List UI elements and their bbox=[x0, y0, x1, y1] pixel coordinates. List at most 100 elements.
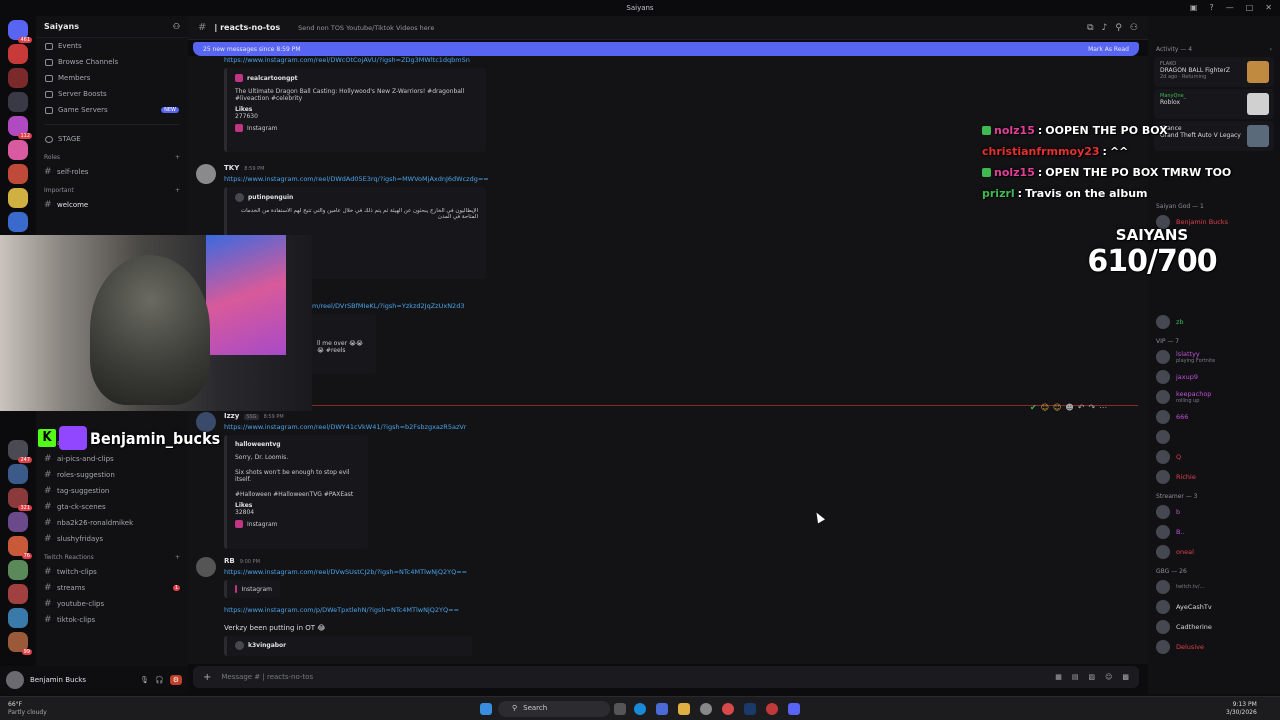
server-icon[interactable] bbox=[8, 464, 28, 484]
emoji-icon[interactable]: ☺ bbox=[1041, 403, 1049, 412]
nav-browse-channels[interactable]: Browse Channels bbox=[36, 54, 188, 70]
nav-game-servers[interactable]: Game Servers NEW bbox=[36, 102, 188, 118]
username[interactable]: TKY bbox=[224, 164, 239, 172]
message-link[interactable]: https://www.instagram.com/p/DWeTpxtlehN/… bbox=[224, 606, 1136, 614]
threads-icon[interactable]: ⧉ bbox=[1087, 23, 1093, 33]
member[interactable]: Delusive bbox=[1148, 637, 1280, 657]
server-icon[interactable] bbox=[8, 68, 28, 88]
avatar[interactable] bbox=[6, 671, 24, 689]
activity-card[interactable]: ManyQne_ Roblox bbox=[1154, 89, 1274, 119]
member[interactable]: b bbox=[1148, 502, 1280, 522]
embed-author[interactable]: k3vingabor bbox=[248, 642, 286, 649]
nav-events[interactable]: Events bbox=[36, 38, 188, 54]
emoji-icon[interactable]: ☺ bbox=[1053, 403, 1061, 412]
message-link[interactable]: m/reel/DVrSBfMIeKL/?igsh=Yzkzd2JqZzUxN2d… bbox=[312, 302, 1136, 310]
member[interactable]: B.. bbox=[1148, 522, 1280, 542]
embed-author[interactable]: putinpenguin bbox=[248, 194, 293, 201]
server-icon[interactable] bbox=[8, 608, 28, 628]
reply-icon[interactable]: ↶ bbox=[1078, 403, 1085, 412]
message-input[interactable]: Message # | reacts-no-tos bbox=[221, 673, 313, 681]
message-link[interactable]: https://www.instagram.com/reel/DWcOtCojA… bbox=[224, 56, 1136, 64]
member[interactable]: oneal bbox=[1148, 542, 1280, 562]
member[interactable]: lslattyy playing Fortnite bbox=[1148, 347, 1280, 367]
edge-icon[interactable] bbox=[634, 703, 646, 715]
member[interactable]: Q bbox=[1148, 447, 1280, 467]
check-icon[interactable]: ✔ bbox=[1030, 403, 1037, 412]
server-icon[interactable] bbox=[8, 512, 28, 532]
task-view-icon[interactable] bbox=[614, 703, 626, 715]
server-icon[interactable] bbox=[8, 44, 28, 64]
server-icon[interactable]: 76 bbox=[8, 536, 32, 559]
channel-twitch-clips[interactable]: # twitch-clips bbox=[36, 564, 188, 580]
channel-tag-suggestion[interactable]: # tag-suggestion bbox=[36, 483, 188, 499]
member[interactable]: 666 bbox=[1148, 407, 1280, 427]
close-icon[interactable]: ✕ bbox=[1265, 3, 1272, 12]
channel-youtube-clips[interactable]: # youtube-clips bbox=[36, 596, 188, 612]
avatar[interactable] bbox=[196, 557, 216, 577]
channel-ai-pics-and-clips[interactable]: # ai-pics-and-clips bbox=[36, 451, 188, 467]
settings-gear-icon[interactable]: ⚙ bbox=[169, 675, 182, 685]
channel-welcome[interactable]: # welcome bbox=[36, 197, 188, 213]
server-icon[interactable]: 112 bbox=[8, 116, 32, 139]
embed-author[interactable]: halloweentvg bbox=[235, 441, 360, 448]
gift-icon[interactable]: ▦ bbox=[1055, 673, 1062, 681]
clock[interactable]: 9:13 PM 3/30/2026 bbox=[1226, 701, 1257, 717]
category-roles[interactable]: Roles + bbox=[36, 147, 188, 164]
server-icon[interactable] bbox=[8, 560, 28, 580]
channel-slushyfridays[interactable]: # slushyfridays bbox=[36, 531, 188, 547]
mark-as-read-button[interactable]: Mark As Read bbox=[1088, 46, 1129, 53]
gif-icon[interactable]: ▤ bbox=[1072, 673, 1079, 681]
activity-card[interactable]: FLAKO DRAGON BALL FighterZ 2d ago · Retu… bbox=[1154, 57, 1274, 87]
member[interactable]: AyeCashTv bbox=[1148, 597, 1280, 617]
add-attachment-icon[interactable]: + bbox=[203, 672, 211, 683]
settings-icon[interactable] bbox=[700, 703, 712, 715]
server-icon[interactable] bbox=[8, 92, 28, 112]
help-icon[interactable]: ? bbox=[1209, 3, 1213, 12]
channel-tiktok-clips[interactable]: # tiktok-clips bbox=[36, 612, 188, 628]
microphone-icon[interactable]: 🎙 bbox=[140, 676, 149, 684]
category-twitch-reactions[interactable]: Twitch Reactions + bbox=[36, 547, 188, 564]
channel-stage[interactable]: STAGE bbox=[36, 131, 188, 147]
add-member-icon[interactable]: ⚇ bbox=[173, 22, 180, 31]
channel-self-roles[interactable]: # self-roles bbox=[36, 164, 188, 180]
bell-icon[interactable]: ♪ bbox=[1102, 23, 1108, 33]
member[interactable]: Cadtherine bbox=[1148, 617, 1280, 637]
members-list-icon[interactable]: ⚇ bbox=[1130, 23, 1138, 33]
channel-roles-suggestion[interactable]: # roles-suggestion bbox=[36, 467, 188, 483]
channel-gta-ck-scenes[interactable]: # gta-ck-scenes bbox=[36, 499, 188, 515]
maximize-icon[interactable]: □ bbox=[1246, 3, 1254, 12]
chrome-icon[interactable] bbox=[722, 703, 734, 715]
steam-icon[interactable] bbox=[744, 703, 756, 715]
category-important[interactable]: Important + bbox=[36, 180, 188, 197]
username[interactable]: RB bbox=[224, 557, 235, 565]
nav-server-boosts[interactable]: Server Boosts bbox=[36, 86, 188, 102]
app-icon[interactable] bbox=[656, 703, 668, 715]
headphones-icon[interactable]: 🎧 bbox=[155, 676, 164, 684]
server-icon[interactable]: 321 bbox=[8, 488, 32, 511]
new-messages-bar[interactable]: 25 new messages since 8:59 PM Mark As Re… bbox=[193, 42, 1139, 56]
server-icon[interactable] bbox=[8, 164, 28, 184]
app-icon[interactable] bbox=[766, 703, 778, 715]
message-composer[interactable]: + Message # | reacts-no-tos ▦ ▤ ▨ ☺ ▩ bbox=[193, 666, 1139, 688]
more-icon[interactable]: ⋯ bbox=[1099, 403, 1107, 412]
apps-icon[interactable]: ▩ bbox=[1122, 673, 1129, 681]
member[interactable]: keepachop rolling up bbox=[1148, 387, 1280, 407]
member[interactable]: jaxup9 bbox=[1148, 367, 1280, 387]
server-icon[interactable] bbox=[8, 140, 28, 160]
home-icon[interactable]: 461 bbox=[8, 20, 32, 43]
forward-icon[interactable]: ↷ bbox=[1088, 403, 1095, 412]
server-icon[interactable]: 99 bbox=[8, 632, 32, 655]
member[interactable]: zb bbox=[1148, 312, 1280, 332]
emoji-icon[interactable]: ☺ bbox=[1105, 673, 1112, 681]
channel-streams[interactable]: # streams 1 bbox=[36, 580, 188, 596]
server-icon[interactable] bbox=[8, 584, 28, 604]
server-icon[interactable]: 247 bbox=[8, 440, 32, 463]
sticker-icon[interactable]: ▨ bbox=[1088, 673, 1095, 681]
weather-widget[interactable]: 66°F Partly cloudy bbox=[8, 701, 47, 717]
member[interactable]: twitch.tv/... bbox=[1148, 577, 1280, 597]
server-name-header[interactable]: Saiyans ⚇ bbox=[36, 16, 188, 38]
member[interactable]: Richie bbox=[1148, 467, 1280, 487]
windows-start-icon[interactable] bbox=[480, 703, 492, 715]
username[interactable]: Izzy bbox=[224, 412, 239, 420]
embed-author[interactable]: realcartoongpt bbox=[247, 75, 298, 82]
